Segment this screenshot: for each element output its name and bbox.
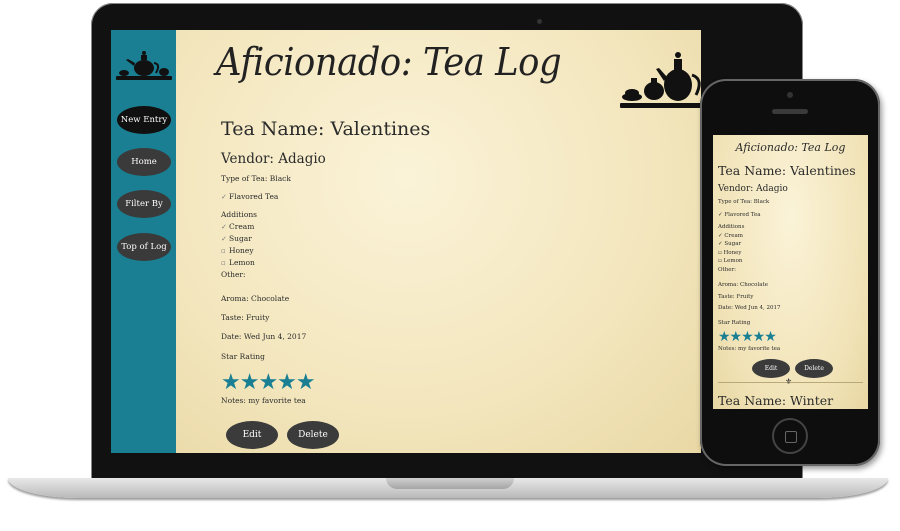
laptop-screen: New Entry Home Filter By Top of Log Afic… xyxy=(111,30,701,453)
addition-lemon[interactable]: ▫ Lemon xyxy=(221,257,430,269)
sidebar: New Entry Home Filter By Top of Log xyxy=(111,30,176,453)
star-rating-label: Star Rating xyxy=(221,352,265,361)
new-entry-button[interactable]: New Entry xyxy=(117,106,171,134)
speaker xyxy=(772,109,808,114)
delete-button[interactable]: Delete xyxy=(287,421,339,449)
camera-icon xyxy=(787,92,793,98)
addition-sugar[interactable]: ✓ Sugar xyxy=(221,233,430,245)
tea-type: Type of Tea: Black xyxy=(221,174,291,183)
flavored-checkbox[interactable]: ✓ Flavored Tea xyxy=(221,191,430,203)
phone-addition-cream[interactable]: ✓ Cream xyxy=(718,232,856,241)
phone-tea-entry: Tea Name: Valentines Vendor: Adagio Type… xyxy=(718,163,856,354)
phone-other-label: Other: xyxy=(718,266,736,273)
vendor: Vendor: Adagio xyxy=(221,151,326,167)
fleur-icon: ⚜ xyxy=(785,377,793,386)
phone-vendor: Vendor: Adagio xyxy=(718,184,788,194)
teapot-icon xyxy=(116,51,172,80)
unchecked-icon: ▫ xyxy=(221,259,226,267)
date: Date: Wed Jun 4, 2017 xyxy=(221,332,307,341)
home-button-icon[interactable] xyxy=(772,418,808,454)
phone-addition-lemon[interactable]: ▫ Lemon xyxy=(718,257,856,266)
app-title: Aficionado: Tea Log xyxy=(216,40,562,84)
tea-set-icon xyxy=(620,52,701,108)
addition-honey[interactable]: ▫ Honey xyxy=(221,245,430,257)
home-button[interactable]: Home xyxy=(117,148,171,176)
square-icon xyxy=(785,431,797,443)
flavored-label: Flavored Tea xyxy=(229,192,279,201)
phone-star-rating: ★★★★★ xyxy=(718,329,777,345)
phone-addition-honey[interactable]: ▫ Honey xyxy=(718,249,856,258)
top-of-log-button[interactable]: Top of Log xyxy=(117,233,171,261)
phone-notes: Notes: my favorite tea xyxy=(718,346,781,352)
check-icon: ✓ xyxy=(221,223,227,231)
phone-app-title: Aficionado: Tea Log xyxy=(735,141,846,154)
additions-label: Additions xyxy=(221,210,258,219)
phone-tea-type: Type of Tea: Black xyxy=(718,199,770,205)
phone-frame: Aficionado: Tea Log Tea Name: Valentines… xyxy=(700,79,880,466)
phone-delete-button[interactable]: Delete xyxy=(795,359,833,378)
phone-edit-button[interactable]: Edit xyxy=(752,359,790,378)
unchecked-icon: ▫ xyxy=(221,247,226,255)
phone-aroma: Aroma: Chocolate xyxy=(718,282,768,288)
taste: Taste: Fruity xyxy=(221,313,270,322)
phone-additions-label: Additions xyxy=(718,224,745,230)
phone-star-rating-label: Star Rating xyxy=(718,319,751,326)
phone-tea-name: Tea Name: Valentines xyxy=(718,163,856,178)
phone-addition-sugar[interactable]: ✓ Sugar xyxy=(718,240,856,249)
edit-button[interactable]: Edit xyxy=(226,421,278,449)
laptop-notch xyxy=(386,478,514,489)
check-icon: ✓ xyxy=(221,235,227,243)
aroma: Aroma: Chocolate xyxy=(221,294,290,303)
addition-cream[interactable]: ✓ Cream xyxy=(221,221,430,233)
phone-flavored-checkbox[interactable]: ✓ Flavored Tea xyxy=(718,211,856,220)
phone-screen: Aficionado: Tea Log Tea Name: Valentines… xyxy=(713,135,868,409)
filter-by-button[interactable]: Filter By xyxy=(117,190,171,218)
phone-date: Date: Wed Jun 4, 2017 xyxy=(718,305,781,311)
star-rating: ★★★★★ xyxy=(221,370,316,395)
tea-name: Tea Name: Valentines xyxy=(221,118,431,140)
other-label: Other: xyxy=(221,270,246,279)
notes: Notes: my favorite tea xyxy=(221,396,306,405)
camera-icon xyxy=(537,19,542,24)
tea-entry: Tea Name: Valentines Vendor: Adagio Type… xyxy=(221,118,430,407)
phone-next-tea-name: Tea Name: Winter xyxy=(718,393,834,408)
phone-taste: Taste: Fruity xyxy=(718,293,754,300)
check-icon: ✓ xyxy=(221,193,227,201)
main-content: Aficionado: Tea Log Tea Name: Valentines… xyxy=(176,30,701,453)
